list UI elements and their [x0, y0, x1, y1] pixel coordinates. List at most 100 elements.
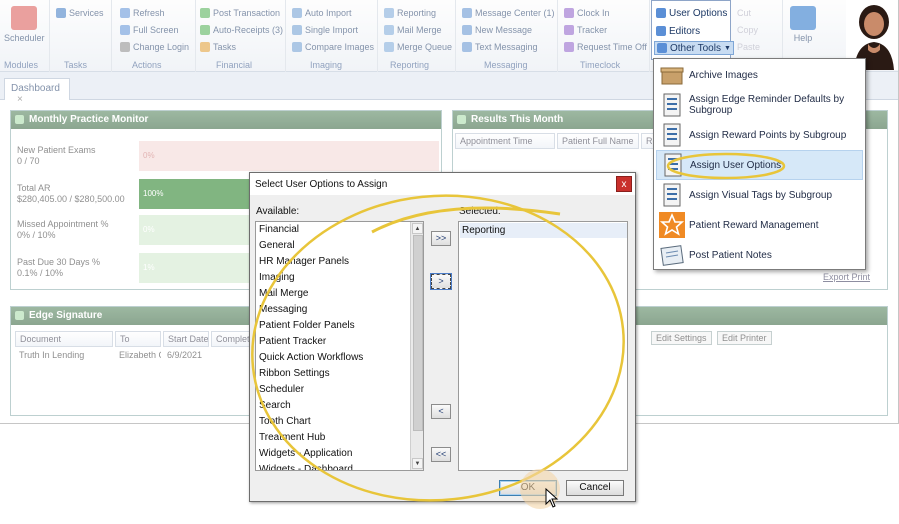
list-item[interactable]: Imaging	[259, 270, 295, 286]
list-item[interactable]: Mail Merge	[259, 286, 308, 302]
list-item[interactable]: Reporting	[460, 223, 627, 238]
services-button[interactable]: Services	[56, 6, 104, 20]
list-item[interactable]: Tooth Chart	[259, 414, 311, 430]
auto-receipts-button[interactable]: Auto-Receipts (3)	[200, 23, 283, 37]
table-cell[interactable]: 6/9/2021	[163, 349, 209, 363]
mail-merge-button[interactable]: Mail Merge	[384, 23, 442, 37]
selected-listbox[interactable]: Reporting	[458, 221, 628, 471]
list-item[interactable]: Scheduler	[259, 382, 304, 398]
services-icon	[56, 8, 66, 18]
auto-import-button[interactable]: Auto Import	[292, 6, 352, 20]
reporting-button[interactable]: Reporting	[384, 6, 436, 20]
editors-button[interactable]: Editors	[656, 24, 700, 38]
single-import-button[interactable]: Single Import	[292, 23, 358, 37]
chevron-down-icon: ▼	[723, 44, 731, 52]
ribbon-group-modules: Scheduler Modules	[0, 0, 50, 72]
move-right-button[interactable]: >	[430, 273, 452, 290]
menu-item-assign-user-options[interactable]: Assign User Options	[656, 150, 863, 180]
list-item[interactable]: Patient Folder Panels	[259, 318, 355, 334]
report-icon	[384, 8, 394, 18]
other-tools-button[interactable]: Other Tools ▼	[654, 41, 734, 55]
tasks-button[interactable]: Tasks	[200, 40, 236, 54]
scroll-up-icon[interactable]: ▲	[412, 223, 423, 234]
cancel-button[interactable]: Cancel	[566, 480, 624, 496]
tab-dashboard[interactable]: Dashboard ×	[4, 78, 70, 105]
menu-item-assign-edge-reminder[interactable]: Assign Edge Reminder Defaults by Subgrou…	[656, 90, 863, 120]
menu-item-patient-reward-management[interactable]: Patient Reward Management	[656, 210, 863, 240]
other-tools-menu: Archive Images Assign Edge Reminder Defa…	[653, 58, 866, 270]
move-left-button[interactable]: <	[431, 404, 451, 419]
table-cell[interactable]: Elizabeth C	[115, 349, 161, 363]
move-all-right-button[interactable]: >>	[431, 231, 451, 246]
new-message-button[interactable]: New Message	[462, 23, 532, 37]
column-header[interactable]: Document	[15, 331, 113, 347]
menu-item-post-patient-notes[interactable]: Post Patient Notes	[656, 240, 863, 270]
scheduler-button[interactable]: Scheduler	[4, 6, 45, 43]
available-listbox[interactable]: Financial General HR Manager Panels Imag…	[255, 221, 424, 471]
available-label: Available:	[256, 206, 300, 217]
list-item[interactable]: Search	[259, 398, 291, 414]
cut-button[interactable]: Cut	[737, 6, 751, 20]
list-item[interactable]: HR Manager Panels	[259, 254, 349, 270]
menu-item-archive-images[interactable]: Archive Images	[656, 60, 863, 90]
scrollbar-thumb[interactable]	[413, 235, 423, 431]
tracker-button[interactable]: Tracker	[564, 23, 607, 37]
selected-label: Selected:	[459, 206, 501, 217]
post-transaction-button[interactable]: Post Transaction	[200, 6, 280, 20]
chart-icon	[15, 115, 24, 124]
change-login-button[interactable]: Change Login	[120, 40, 189, 54]
scroll-down-icon[interactable]: ▼	[412, 458, 423, 469]
vertical-scrollbar[interactable]: ▲ ▼	[410, 222, 423, 470]
list-item[interactable]: Treatment Hub	[259, 430, 325, 446]
list-item[interactable]: Widgets - Application	[259, 446, 352, 462]
full-screen-button[interactable]: Full Screen	[120, 23, 179, 37]
copy-button[interactable]: Copy	[737, 23, 758, 37]
export-print-link[interactable]: Export Print	[819, 271, 874, 285]
clock-icon	[564, 8, 574, 18]
message-center-button[interactable]: Message Center (1)	[462, 6, 555, 20]
user-options-button[interactable]: User Options	[656, 6, 727, 20]
scheduler-icon	[11, 6, 37, 30]
clock-in-button[interactable]: Clock In	[564, 6, 610, 20]
receipt-icon	[200, 25, 210, 35]
list-item[interactable]: Patient Tracker	[259, 334, 326, 350]
column-header[interactable]: To	[115, 331, 161, 347]
close-tab-icon[interactable]: ×	[17, 94, 23, 105]
column-header[interactable]: Start Date	[163, 331, 209, 347]
edit-settings-button[interactable]: Edit Settings	[651, 331, 712, 345]
close-button[interactable]: x	[616, 176, 632, 192]
request-time-off-button[interactable]: Request Time Off	[564, 40, 647, 54]
compare-images-button[interactable]: Compare Images	[292, 40, 374, 54]
list-item[interactable]: Widgets - Dashboard	[259, 462, 353, 470]
ribbon-group-label: Actions	[132, 60, 162, 70]
list-item[interactable]: Ribbon Settings	[259, 366, 330, 382]
column-header[interactable]: Appointment Time	[455, 133, 555, 149]
paste-button[interactable]: Paste	[737, 40, 760, 54]
ribbon-group-actions: Refresh Full Screen Change Login Actions	[112, 0, 196, 72]
move-all-left-button[interactable]: <<	[431, 447, 451, 462]
ribbon-group-label: Imaging	[310, 60, 343, 70]
queue-icon	[384, 42, 394, 52]
list-item[interactable]: Messaging	[259, 302, 307, 318]
dollar-icon	[200, 8, 210, 18]
compare-icon	[292, 42, 302, 52]
menu-item-assign-visual-tags[interactable]: Assign Visual Tags by Subgroup	[656, 180, 863, 210]
column-header[interactable]: Patient Full Name	[557, 133, 639, 149]
tools-icon	[657, 43, 667, 53]
import-icon	[292, 8, 302, 18]
column-header[interactable]: Complete	[211, 331, 251, 347]
notepad-icon	[659, 242, 685, 268]
list-item[interactable]: Financial	[259, 222, 299, 238]
edit-printer-button[interactable]: Edit Printer	[717, 331, 772, 345]
menu-item-assign-reward-points[interactable]: Assign Reward Points by Subgroup	[656, 120, 863, 150]
help-icon	[790, 6, 816, 30]
text-messaging-button[interactable]: Text Messaging	[462, 40, 538, 54]
metric-new-patient-exams: New Patient Exams 0 / 70	[17, 145, 96, 166]
table-cell[interactable]: Truth In Lending	[15, 349, 113, 363]
help-button[interactable]: Help	[788, 6, 818, 43]
signature-icon	[15, 311, 24, 320]
merge-queue-button[interactable]: Merge Queue	[384, 40, 452, 54]
list-item[interactable]: General	[259, 238, 295, 254]
list-item[interactable]: Quick Action Workflows	[259, 350, 363, 366]
refresh-button[interactable]: Refresh	[120, 6, 165, 20]
